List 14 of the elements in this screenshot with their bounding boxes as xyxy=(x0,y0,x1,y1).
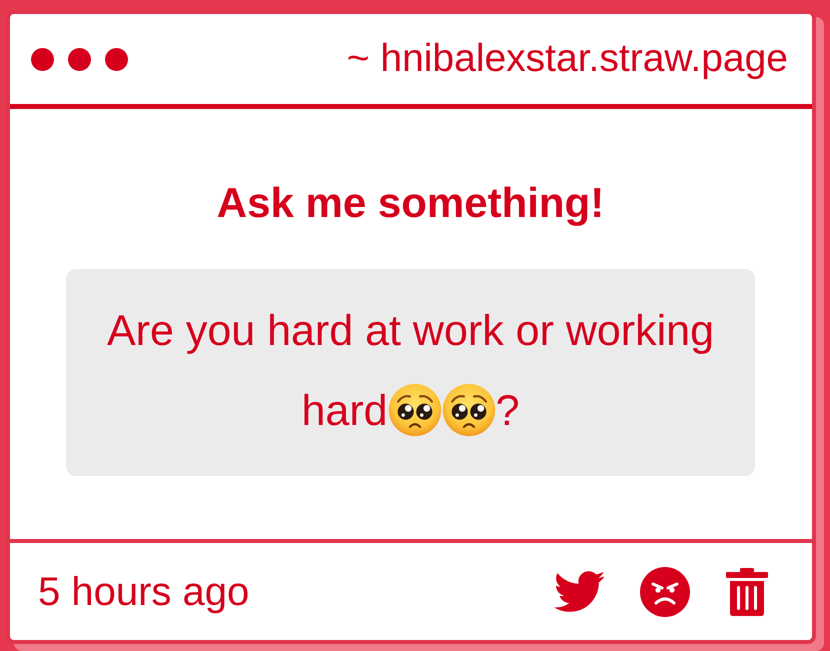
bird-icon[interactable] xyxy=(554,571,604,612)
prompt-title: Ask me something! xyxy=(216,179,604,227)
window-dot-icon xyxy=(105,48,128,70)
trash-icon[interactable] xyxy=(726,568,768,616)
pleading-face-icon xyxy=(442,382,496,437)
question-text: ? xyxy=(496,387,520,435)
window-dot-icon xyxy=(31,48,54,70)
pleading-face-icon xyxy=(388,382,442,437)
window-dot-icon xyxy=(68,48,91,70)
question-text: hard xyxy=(302,387,388,435)
angry-face-icon[interactable] xyxy=(640,566,690,616)
question-text: Are you hard at work or working xyxy=(106,307,714,355)
page-address: ~ hnibalexstar.straw.page xyxy=(346,36,788,82)
timestamp: 5 hours ago xyxy=(38,568,250,614)
